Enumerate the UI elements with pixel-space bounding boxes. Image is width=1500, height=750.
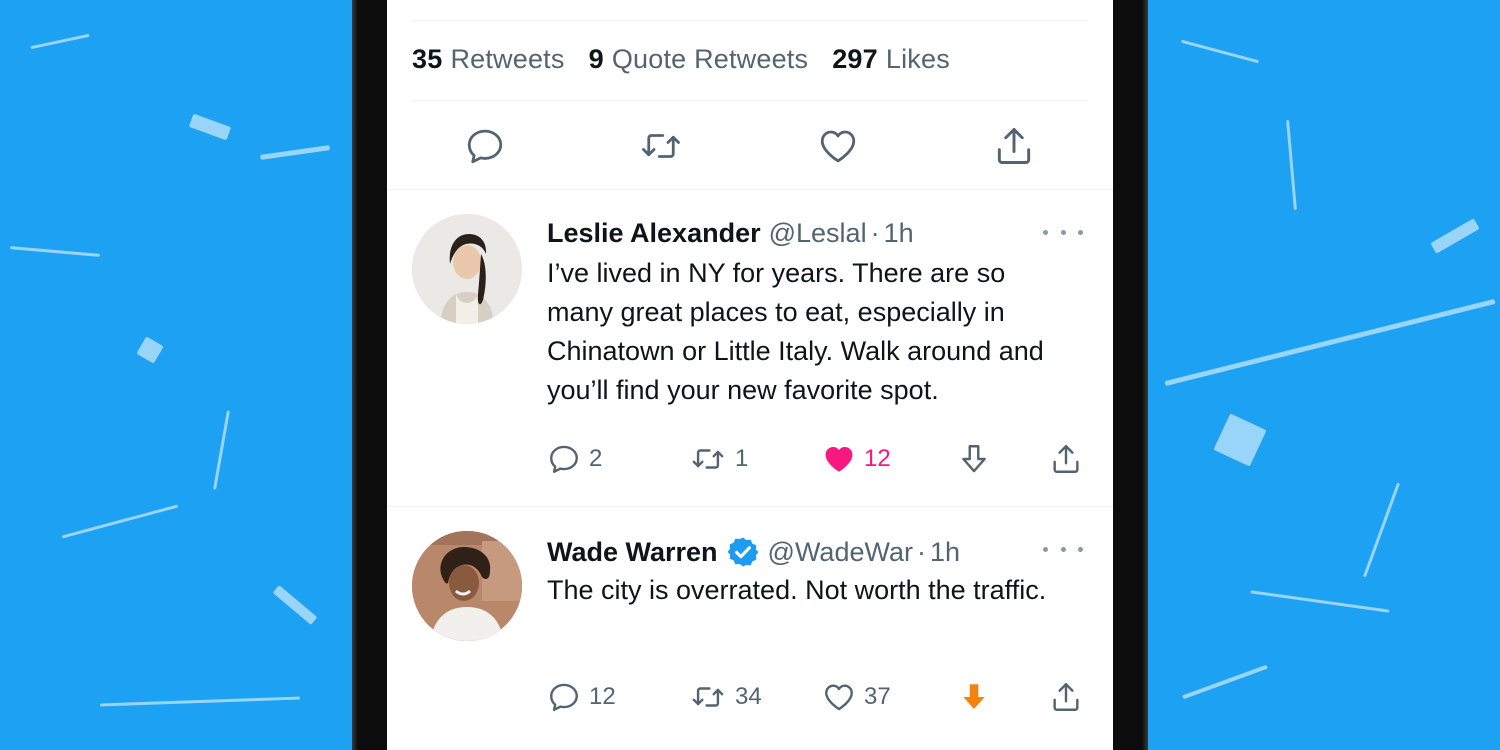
- reply-tweet[interactable]: Wade Warren @WadeWar · 1h The city is ov…: [387, 507, 1113, 750]
- likes-count: 297: [832, 44, 878, 74]
- more-dot-icon: [1060, 546, 1066, 552]
- share-icon: [1053, 683, 1079, 711]
- more-dot-icon: [1078, 229, 1083, 235]
- tweet-actions: 2 1 12: [547, 439, 1088, 479]
- heart-filled-icon: [825, 446, 853, 472]
- author-handle[interactable]: @Leslal: [769, 218, 867, 249]
- separator-dot: ·: [870, 218, 880, 248]
- more-dot-icon: [1043, 229, 1048, 235]
- main-tweet-actions: [387, 118, 1113, 174]
- quote-retweets-stat[interactable]: 9 Quote Retweets: [589, 44, 809, 75]
- avatar-photo: [412, 214, 522, 324]
- share-icon: [1053, 445, 1079, 473]
- retweets-stat[interactable]: 35 Retweets: [412, 44, 565, 75]
- tweet-detail-screen: 35 Retweets 9 Quote Retweets 297 Likes L…: [387, 0, 1113, 750]
- more-dot-icon: [1060, 229, 1066, 235]
- downvote-button[interactable]: [957, 677, 991, 717]
- separator-dot: ·: [916, 536, 926, 567]
- reply-button[interactable]: 12: [547, 677, 616, 717]
- author-name[interactable]: Leslie Alexander: [547, 218, 761, 249]
- avatar-photo: [412, 531, 522, 641]
- like-button[interactable]: 37: [822, 677, 891, 717]
- reply-button[interactable]: 2: [547, 439, 602, 479]
- retweet-button[interactable]: 1: [689, 439, 748, 479]
- retweet-button[interactable]: [633, 118, 689, 174]
- tweet-header: Wade Warren @WadeWar · 1h: [547, 535, 960, 569]
- more-options-button[interactable]: [1043, 222, 1083, 242]
- like-button[interactable]: [810, 118, 866, 174]
- reply-tweet[interactable]: Leslie Alexander @Leslal · 1h I’ve lived…: [387, 190, 1113, 506]
- like-count: 37: [864, 683, 891, 710]
- more-dot-icon: [1078, 546, 1083, 552]
- reply-button[interactable]: [457, 118, 513, 174]
- retweets-count: 35: [412, 44, 443, 74]
- downvote-arrow-filled-icon: [963, 684, 985, 710]
- retweet-icon: [692, 449, 724, 469]
- tweet-text: I’ve lived in NY for years. There are so…: [547, 258, 1044, 405]
- like-count: 12: [864, 445, 891, 472]
- quote-retweets-label: Quote Retweets: [611, 44, 809, 74]
- retweet-count: 1: [735, 445, 749, 472]
- retweet-icon: [642, 134, 680, 158]
- likes-label: Likes: [885, 44, 950, 74]
- reply-icon: [550, 683, 578, 711]
- tweet-actions: 12 34 37: [547, 677, 1088, 717]
- avatar[interactable]: [412, 531, 522, 641]
- downvote-button[interactable]: [957, 439, 991, 479]
- like-button[interactable]: 12: [822, 439, 891, 479]
- tweet-time[interactable]: 1h: [930, 537, 960, 568]
- more-dot-icon: [1043, 546, 1048, 552]
- tweet-stats: 35 Retweets 9 Quote Retweets 297 Likes: [412, 44, 950, 75]
- retweet-count: 34: [735, 683, 762, 710]
- likes-stat[interactable]: 297 Likes: [832, 44, 950, 75]
- verified-badge-icon: [726, 535, 760, 569]
- author-handle[interactable]: @WadeWar: [768, 537, 913, 568]
- reply-count: 2: [589, 445, 603, 472]
- divider: [412, 100, 1088, 101]
- retweets-label: Retweets: [450, 44, 565, 74]
- avatar[interactable]: [412, 214, 522, 324]
- tweet-header: Leslie Alexander @Leslal · 1h: [547, 218, 914, 249]
- retweet-button[interactable]: 34: [689, 677, 762, 717]
- share-icon: [997, 128, 1031, 164]
- reply-icon: [467, 129, 503, 164]
- tweet-text: The city is overrated. Not worth the tra…: [547, 575, 1047, 605]
- like-icon: [820, 130, 856, 163]
- reply-count: 12: [589, 683, 616, 710]
- share-button[interactable]: [986, 118, 1042, 174]
- share-button[interactable]: [1049, 439, 1083, 479]
- like-icon: [825, 684, 853, 711]
- reply-icon: [550, 445, 578, 473]
- retweet-icon: [692, 687, 724, 707]
- share-button[interactable]: [1049, 677, 1083, 717]
- downvote-arrow-icon: [962, 445, 986, 473]
- author-name[interactable]: Wade Warren: [547, 537, 718, 568]
- divider: [412, 20, 1088, 21]
- tweet-time[interactable]: 1h: [884, 218, 914, 249]
- more-options-button[interactable]: [1043, 539, 1083, 559]
- quote-retweets-count: 9: [588, 44, 604, 74]
